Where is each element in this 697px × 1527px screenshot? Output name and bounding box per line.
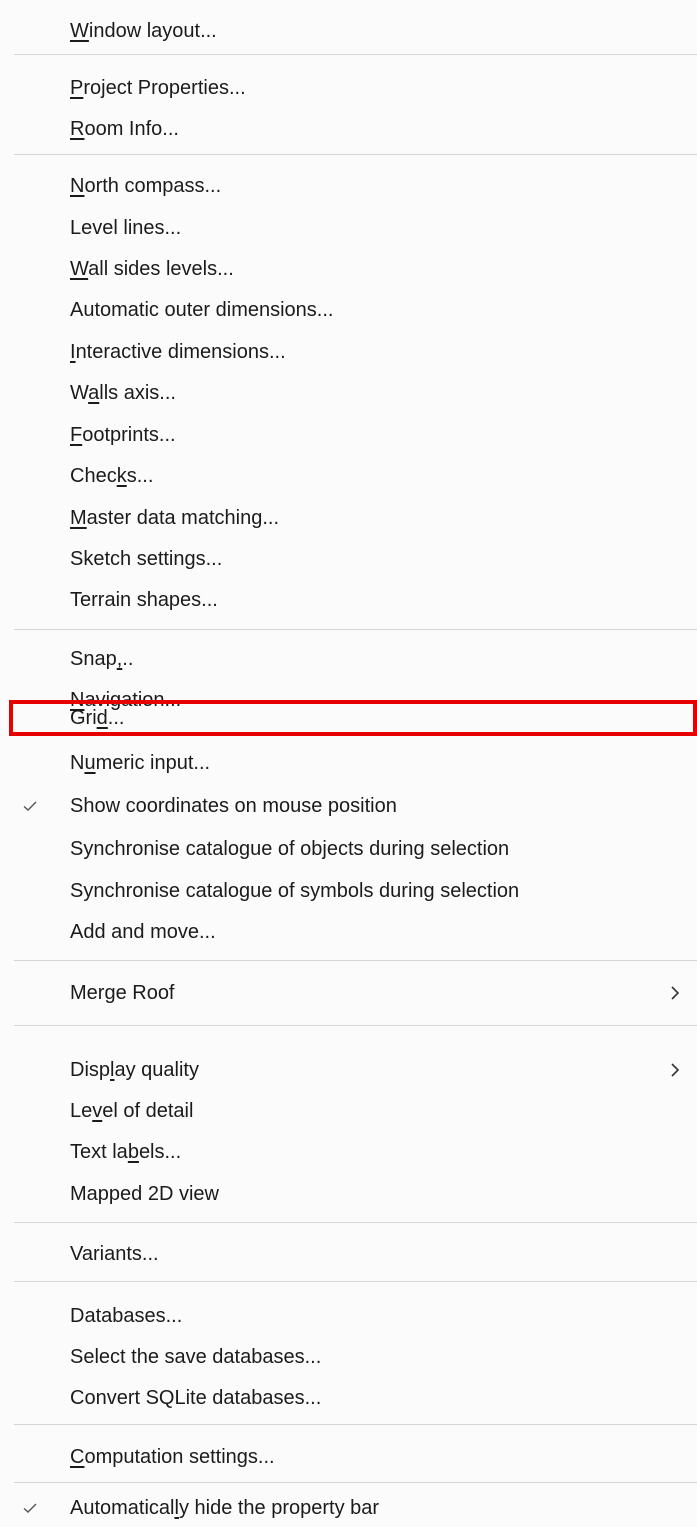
menu-separator [14,629,697,630]
menu-item-label: Databases... [70,1304,183,1327]
menu-item-label: Select the save databases... [70,1345,322,1368]
chevron-right-icon [671,986,680,1000]
menu-separator [14,1482,697,1483]
menu-item-databases[interactable]: Databases... [0,1297,697,1335]
menu-item-grid[interactable]: Grid... [0,699,697,737]
menu-item-variants[interactable]: Variants... [0,1235,697,1273]
menu-item-label: Numeric input... [70,751,211,774]
checkmark-icon [23,801,37,811]
menu-separator [14,1222,697,1223]
menu-item-label: Project Properties... [70,76,246,99]
menu-item-label: Convert SQLite databases... [70,1386,322,1409]
menu-item-walls-axis[interactable]: Walls axis... [0,374,697,412]
menu-item-label: Wall sides levels... [70,257,234,280]
menu-item-project-properties[interactable]: Project Properties... [0,69,697,107]
menu-item-terrain-shapes[interactable]: Terrain shapes... [0,581,697,619]
menu-item-level-of-detail[interactable]: Level of detail [0,1092,697,1130]
menu-item-label: Automatic outer dimensions... [70,298,334,321]
menu-item-label: Variants... [70,1242,159,1265]
menu-item-auto-hide-property-bar[interactable]: Automatically hide the property bar [0,1489,697,1527]
menu-item-label: Level lines... [70,216,182,239]
menu-separator [14,154,697,155]
menu-item-label: Add and move... [70,920,216,943]
menu-item-master-data-matching[interactable]: Master data matching... [0,499,697,537]
menu-item-label: Sketch settings... [70,547,223,570]
menu-item-level-lines[interactable]: Level lines... [0,209,697,247]
menu-item-label: North compass... [70,174,222,197]
menu-item-wall-sides-levels[interactable]: Wall sides levels... [0,250,697,288]
menu-item-convert-sqlite[interactable]: Convert SQLite databases... [0,1379,697,1417]
menu-item-footprints[interactable]: Footprints... [0,416,697,454]
menu-item-sketch-settings[interactable]: Sketch settings... [0,540,697,578]
menu-item-snap[interactable]: Snap,.. [0,640,697,678]
menu-item-label: Level of detail [70,1099,194,1122]
context-menu: Window layout... Project Properties... R… [0,0,697,1527]
menu-item-label: Mapped 2D view [70,1182,219,1205]
menu-item-window-layout[interactable]: Window layout... [0,12,697,50]
menu-item-numeric-input[interactable]: Numeric input... [0,744,697,782]
menu-item-label: Show coordinates on mouse position [70,794,397,817]
menu-item-interactive-dimensions[interactable]: Interactive dimensions... [0,333,697,371]
menu-item-room-info[interactable]: Room Info... [0,110,697,148]
menu-item-sync-objects[interactable]: Synchronise catalogue of objects during … [0,830,697,868]
menu-item-label: Walls axis... [70,381,176,404]
menu-item-mapped-2d-view[interactable]: Mapped 2D view [0,1175,697,1213]
menu-item-label: Display quality [70,1058,199,1081]
menu-item-automatic-outer-dimensions[interactable]: Automatic outer dimensions... [0,291,697,329]
menu-separator [14,1281,697,1282]
checkmark-icon [23,1503,37,1513]
menu-item-label: Master data matching... [70,506,279,529]
menu-item-merge-roof[interactable]: Merge Roof [0,974,697,1012]
menu-separator [14,960,697,961]
menu-item-sync-symbols[interactable]: Synchronise catalogue of symbols during … [0,872,697,910]
menu-item-label: Computation settings... [70,1445,275,1468]
menu-item-add-and-move[interactable]: Add and move... [0,913,697,951]
menu-item-label: Text labels... [70,1140,182,1163]
menu-item-label: Checks... [70,464,154,487]
chevron-right-icon [671,1063,680,1077]
menu-item-label: Interactive dimensions... [70,340,286,363]
menu-separator [14,1025,697,1026]
menu-item-label: Grid... [70,706,125,729]
menu-item-label: Room Info... [70,117,179,140]
menu-item-select-save-databases[interactable]: Select the save databases... [0,1338,697,1376]
menu-item-label: Automatically hide the property bar [70,1496,380,1519]
menu-item-checks[interactable]: Checks... [0,457,697,495]
menu-item-label: Terrain shapes... [70,588,218,611]
menu-item-label: Footprints... [70,423,176,446]
menu-item-computation-settings[interactable]: Computation settings... [0,1438,697,1476]
menu-item-display-quality[interactable]: Display quality [0,1051,697,1089]
menu-item-label: Synchronise catalogue of symbols during … [70,879,520,902]
menu-item-label: Snap,.. [70,647,134,670]
menu-separator [14,54,697,55]
menu-item-label: Merge Roof [70,981,175,1004]
menu-item-north-compass[interactable]: North compass... [0,167,697,205]
menu-item-text-labels[interactable]: Text labels... [0,1133,697,1171]
menu-item-label: Window layout... [70,19,217,42]
menu-separator [14,1424,697,1425]
menu-item-show-coordinates[interactable]: Show coordinates on mouse position [0,787,697,825]
menu-item-label: Synchronise catalogue of objects during … [70,837,510,860]
